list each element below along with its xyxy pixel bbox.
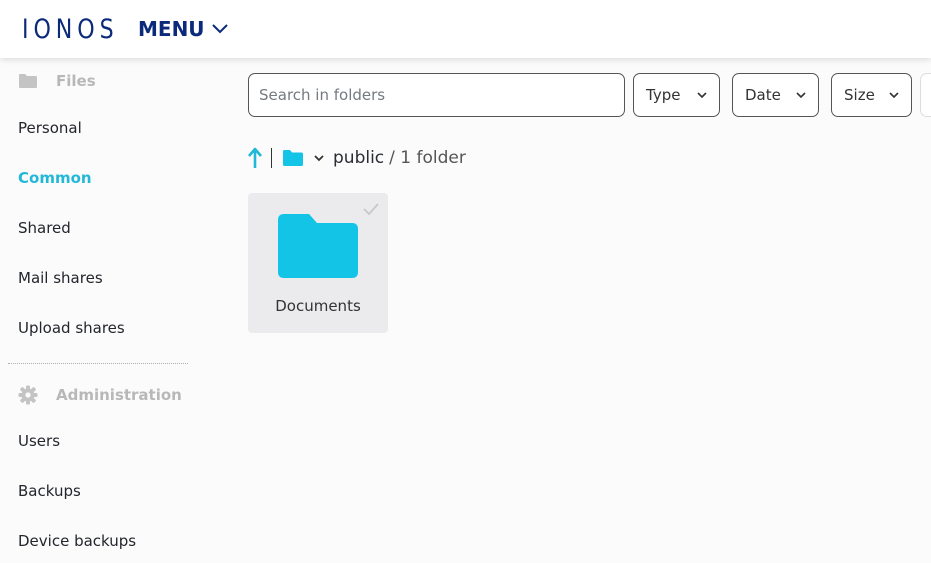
sidebar-item-mail-shares[interactable]: Mail shares [18, 269, 103, 287]
sidebar: Files Personal Common Shared Mail shares… [0, 58, 230, 563]
files-heading: Files [18, 72, 96, 90]
chevron-down-icon [796, 91, 806, 98]
folder-name: Documents [275, 297, 361, 315]
breadcrumb-current-folder: public [333, 148, 385, 168]
sidebar-item-shared[interactable]: Shared [18, 219, 71, 237]
folder-icon [18, 73, 38, 89]
sidebar-item-device-backups[interactable]: Device backups [18, 532, 136, 550]
type-filter-dropdown[interactable]: Type [633, 73, 720, 117]
size-filter-label: Size [844, 86, 875, 104]
date-filter-label: Date [745, 86, 781, 104]
gear-icon [18, 385, 38, 405]
chevron-down-icon [697, 91, 707, 98]
size-filter-dropdown[interactable]: Size [831, 73, 912, 117]
folder-tile[interactable]: Documents [248, 193, 388, 333]
top-bar: IONOS MENU [0, 0, 931, 58]
folder-icon [283, 150, 303, 166]
type-filter-label: Type [646, 86, 681, 104]
sidebar-item-common[interactable]: Common [18, 169, 92, 187]
date-filter-dropdown[interactable]: Date [732, 73, 819, 117]
files-heading-label: Files [56, 72, 96, 90]
breadcrumb-separator [271, 148, 272, 168]
sidebar-item-personal[interactable]: Personal [18, 119, 82, 137]
ionos-logo[interactable]: IONOS [22, 14, 114, 45]
administration-heading: Administration [18, 385, 182, 405]
chevron-down-icon[interactable] [313, 154, 325, 162]
sidebar-item-upload-shares[interactable]: Upload shares [18, 319, 125, 337]
sidebar-item-backups[interactable]: Backups [18, 482, 81, 500]
navigate-up-icon[interactable] [247, 147, 263, 169]
menu-button[interactable]: MENU [138, 17, 229, 41]
sidebar-item-users[interactable]: Users [18, 432, 60, 450]
chevron-down-icon [211, 24, 228, 34]
folder-icon [278, 214, 358, 278]
more-filter-dropdown[interactable] [920, 73, 931, 117]
menu-label: MENU [138, 17, 205, 41]
search-input[interactable] [259, 86, 624, 104]
breadcrumb: public / 1 folder [247, 145, 466, 171]
chevron-down-icon [889, 91, 899, 98]
breadcrumb-item-count: / 1 folder [389, 148, 466, 168]
checkmark-icon[interactable] [362, 202, 380, 216]
search-box[interactable] [248, 73, 625, 117]
sidebar-divider [8, 363, 188, 364]
administration-heading-label: Administration [56, 386, 182, 404]
